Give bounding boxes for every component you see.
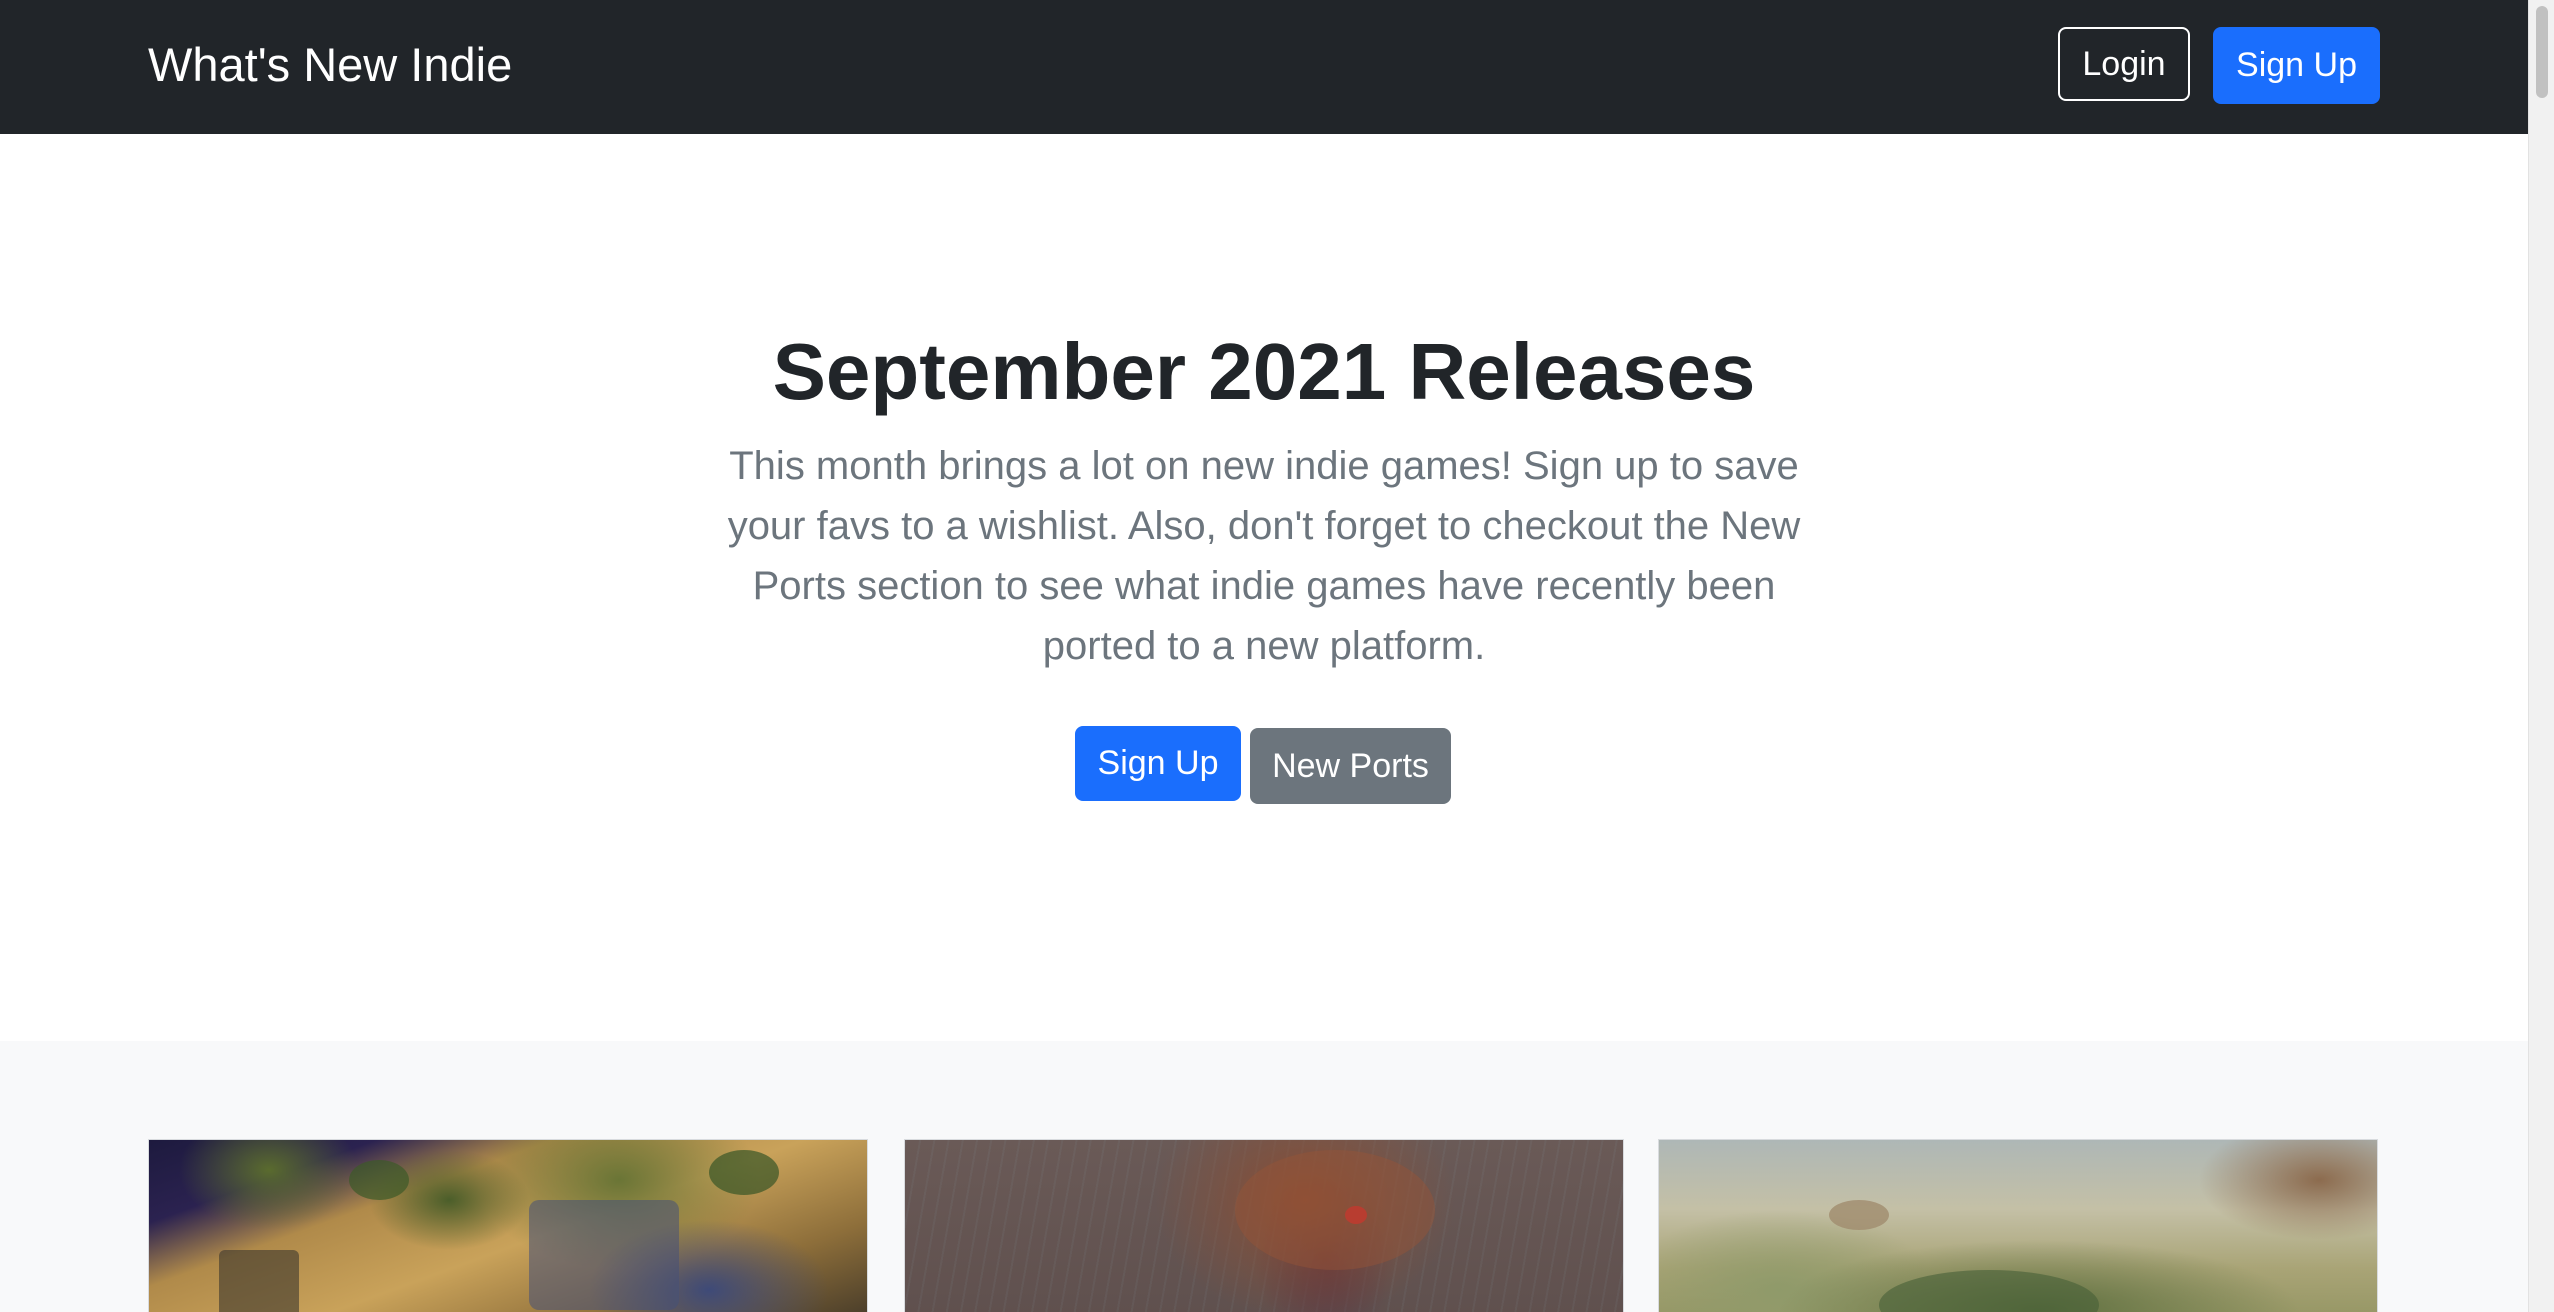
tree-shape — [349, 1160, 409, 1200]
new-ports-button[interactable]: New Ports — [1250, 728, 1451, 804]
page: What's New Indie Login Sign Up September… — [0, 0, 2528, 1312]
tree-shape — [709, 1150, 779, 1195]
village-game-screenshot — [149, 1140, 867, 1312]
signup-nav-button[interactable]: Sign Up — [2213, 27, 2380, 104]
album-section — [0, 1041, 2528, 1312]
game-card-1[interactable] — [148, 1139, 868, 1312]
hero-title: September 2021 Releases — [772, 327, 1756, 416]
house-roof-shape — [529, 1200, 679, 1310]
hero-lead-text: This month brings a lot on new indie gam… — [727, 444, 1801, 668]
trees-cluster-shape — [1879, 1270, 2099, 1312]
hills-landscape-game-screenshot — [1659, 1140, 2377, 1312]
game-card-3[interactable] — [1658, 1139, 2378, 1312]
tree-canopy-shape — [1235, 1150, 1435, 1270]
scrollbar-thumb[interactable] — [2536, 6, 2548, 98]
vertical-scrollbar[interactable] — [2528, 0, 2554, 1312]
login-button[interactable]: Login — [2058, 27, 2190, 101]
game-card-2[interactable] — [904, 1139, 1624, 1312]
hero-section: September 2021 Releases This month bring… — [0, 134, 2528, 1041]
browser-viewport: What's New Indie Login Sign Up September… — [0, 0, 2554, 1312]
tower-shape — [219, 1250, 299, 1312]
forest-rain-game-screenshot — [905, 1140, 1623, 1312]
rock-shape — [1829, 1200, 1889, 1230]
brand-link[interactable]: What's New Indie — [148, 0, 512, 130]
hero-signup-button[interactable]: Sign Up — [1075, 726, 1241, 801]
navbar: What's New Indie Login Sign Up — [0, 0, 2528, 134]
